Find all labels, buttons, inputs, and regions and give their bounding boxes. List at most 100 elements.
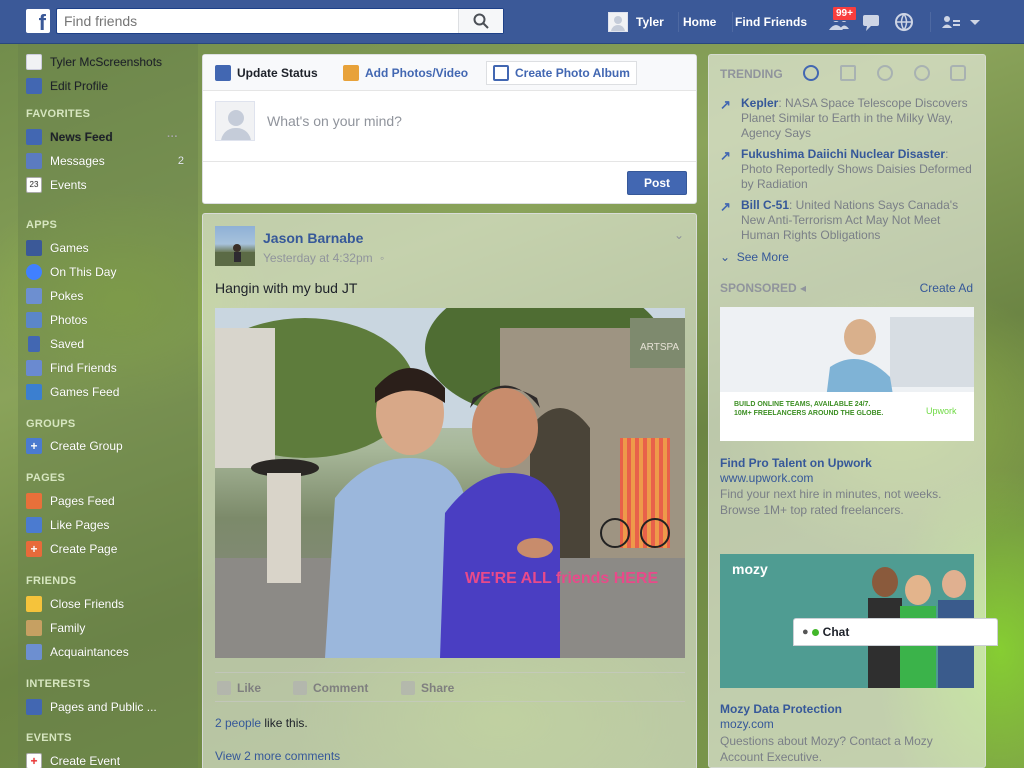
messages-icon[interactable] — [861, 12, 883, 32]
messages-count: 2 — [177, 155, 184, 167]
trending-entertainment-icon[interactable] — [950, 65, 966, 81]
sidebar-item-saved[interactable]: Saved — [26, 334, 196, 354]
trending-science-icon[interactable] — [877, 65, 893, 81]
trending-item[interactable]: ↗ Bill C-51: United Nations Says Canada'… — [720, 198, 978, 243]
sidebar-item-on-this-day[interactable]: On This Day — [26, 262, 196, 282]
author-name-link[interactable]: Jason Barnabe — [263, 230, 363, 246]
sidebar-item-create-group[interactable]: + Create Group — [26, 436, 196, 456]
ad-title-link[interactable]: Mozy Data Protection — [720, 702, 842, 716]
tab-add-photos[interactable]: Add Photos/Video — [337, 61, 474, 85]
star-icon — [26, 596, 42, 612]
sidebar-item-label: Tyler McScreenshots — [50, 55, 163, 69]
trending-sports-icon[interactable] — [914, 65, 930, 81]
photo-sign-text: ARTSPA — [640, 342, 679, 353]
sidebar-item-label: Pages and Public ... — [50, 700, 157, 714]
trending-topic: Fukushima Daiichi Nuclear Disaster — [741, 147, 946, 161]
trending-see-more-link[interactable]: ⌄ See More — [720, 250, 789, 264]
trending-item[interactable]: ↗ Fukushima Daiichi Nuclear Disaster: Ph… — [720, 147, 978, 192]
tab-create-photo-album[interactable]: Create Photo Album — [486, 61, 637, 85]
photo-shirt-text: WE'RE ALL friends HERE — [465, 570, 658, 587]
search-button[interactable] — [458, 9, 503, 33]
sidebar-item-find-friends[interactable]: Find Friends — [26, 358, 196, 378]
sidebar-item-label: Find Friends — [50, 361, 117, 375]
privacy-shortcuts-icon[interactable] — [940, 12, 962, 32]
ad-description: Find your next hire in minutes, not week… — [720, 487, 942, 517]
sidebar-item-label: Create Page — [50, 542, 118, 556]
notifications-globe-icon[interactable] — [893, 12, 915, 32]
sidebar-item-pages-feed[interactable]: Pages Feed — [26, 491, 196, 511]
sidebar-item-label: Pages Feed — [50, 494, 115, 508]
left-sidebar: Tyler McScreenshots Edit Profile FAVORIT… — [18, 44, 198, 768]
search-input[interactable] — [57, 9, 457, 33]
sidebar-item-label: Events — [50, 178, 87, 192]
trending-top-icon[interactable] — [803, 65, 819, 81]
post-button[interactable]: Post — [627, 171, 687, 195]
trending-politics-icon[interactable] — [840, 65, 856, 81]
sidebar-item-create-page[interactable]: + Create Page — [26, 539, 196, 559]
sidebar-item-close-friends[interactable]: Close Friends — [26, 594, 196, 614]
sidebar-item-events[interactable]: 23 Events — [26, 175, 196, 195]
top-bar: f Tyler Home Find Friends 99+ — [0, 0, 1024, 44]
chat-label: Chat — [822, 625, 850, 639]
account-menu-chevron-down-icon[interactable] — [968, 12, 982, 32]
tab-update-status[interactable]: Update Status — [209, 61, 324, 85]
sidebar-item-pages-and-public[interactable]: Pages and Public ... — [26, 697, 196, 717]
sidebar-item-acquaintances[interactable]: Acquaintances — [26, 642, 196, 662]
section-header-apps: APPS — [26, 219, 58, 231]
comment-button[interactable]: Comment — [293, 681, 368, 695]
sidebar-item-label: Pokes — [50, 289, 84, 303]
status-input[interactable]: What's on your mind? — [267, 113, 402, 129]
share-button[interactable]: Share — [401, 681, 454, 695]
avatar — [215, 101, 255, 141]
see-more-label: See More — [736, 250, 789, 264]
ad-banner-line2: 10M+ FREELANCERS AROUND THE GLOBE. — [734, 410, 883, 417]
view-more-comments-link[interactable]: View 2 more comments — [215, 749, 340, 763]
story-timestamp[interactable]: Yesterday at 4:32pm ◦ — [263, 251, 384, 265]
sidebar-item-like-pages[interactable]: Like Pages — [26, 515, 196, 535]
sidebar-more-icon[interactable]: ··· — [167, 131, 178, 143]
trending-header: TRENDING — [720, 67, 783, 81]
ad-url-link[interactable]: www.upwork.com — [720, 471, 813, 485]
feed-story: Jason Barnabe Yesterday at 4:32pm ◦ ⌄ Ha… — [202, 213, 697, 768]
chat-bar[interactable]: ● Chat — [793, 618, 998, 646]
sidebar-item-edit-profile[interactable]: Edit Profile — [26, 76, 196, 96]
ad-image-upwork[interactable]: BUILD ONLINE TEAMS, AVAILABLE 24/7. 10M+… — [720, 307, 974, 441]
find-friends-link[interactable]: Find Friends — [735, 0, 807, 44]
profile-link[interactable]: Tyler — [608, 0, 664, 44]
likers-link[interactable]: 2 people — [215, 716, 261, 730]
ad-brand: mozy — [732, 561, 768, 577]
friend-requests-badge: 99+ — [832, 6, 857, 21]
action-label: Comment — [313, 681, 369, 695]
composer-footer: Post — [203, 161, 696, 203]
section-header-groups: GROUPS — [26, 418, 76, 430]
online-status-icon — [811, 628, 819, 636]
sidebar-item-photos[interactable]: Photos — [26, 310, 196, 330]
sidebar-item-label: Games Feed — [50, 385, 120, 399]
story-photo[interactable]: ARTSPA WE'RE ALL friends HERE — [215, 308, 685, 658]
avatar-photo — [215, 244, 255, 266]
sponsored-label: SPONSORED — [720, 281, 797, 295]
ad-banner: BUILD ONLINE TEAMS, AVAILABLE 24/7. 10M+… — [720, 307, 974, 441]
sidebar-item-profile[interactable]: Tyler McScreenshots — [26, 52, 196, 72]
sidebar-item-create-event[interactable]: + Create Event — [26, 751, 196, 768]
sidebar-item-label: Like Pages — [50, 518, 110, 532]
sidebar-item-news-feed[interactable]: News Feed ··· — [26, 127, 196, 147]
home-link[interactable]: Home — [683, 0, 716, 44]
ad-url-link[interactable]: mozy.com — [720, 717, 774, 731]
sidebar-item-family[interactable]: Family — [26, 618, 196, 638]
poke-icon — [26, 288, 42, 304]
like-button[interactable]: Like — [217, 681, 261, 695]
tab-label: Create Photo Album — [515, 66, 630, 80]
facebook-logo-icon[interactable]: f — [26, 9, 50, 33]
author-avatar[interactable] — [215, 226, 255, 266]
sidebar-item-games[interactable]: Games — [26, 238, 196, 258]
create-ad-link[interactable]: Create Ad — [920, 281, 973, 295]
sidebar-item-messages[interactable]: Messages 2 — [26, 151, 196, 171]
story-actions: Like Comment Share — [215, 672, 685, 702]
trending-item[interactable]: ↗ Kepler: NASA Space Telescope Discovers… — [720, 96, 978, 141]
sidebar-item-games-feed[interactable]: Games Feed — [26, 382, 196, 402]
story-options-chevron-down-icon[interactable]: ⌄ — [674, 228, 684, 242]
chevron-down-icon: ⌄ — [720, 250, 731, 264]
ad-title-link[interactable]: Find Pro Talent on Upwork — [720, 456, 872, 470]
sidebar-item-pokes[interactable]: Pokes — [26, 286, 196, 306]
